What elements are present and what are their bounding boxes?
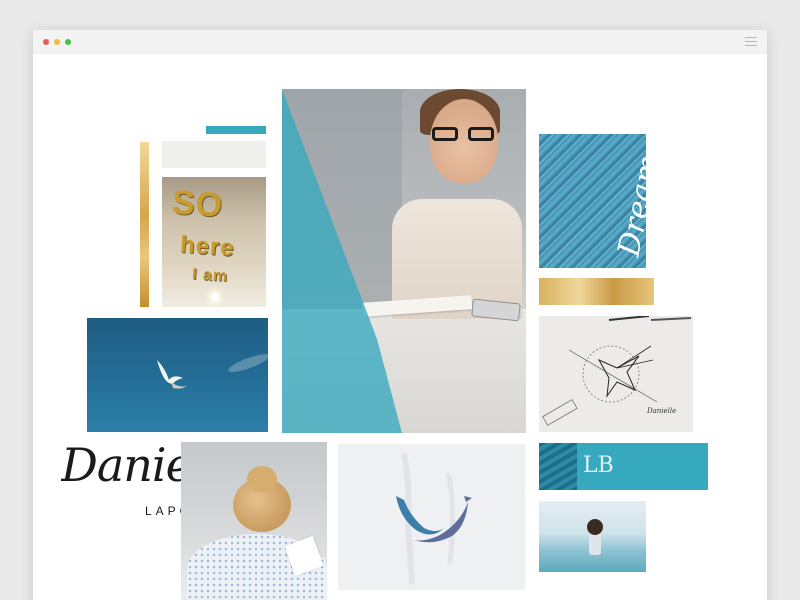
browser-window: SO here I am Dream your [33,30,767,600]
sign-word: SO [170,183,225,225]
gold-foil-swatch [539,278,654,305]
sign-word: I am [191,265,229,286]
title-bar [33,30,767,54]
cream-color-swatch [162,141,266,168]
close-button[interactable] [43,39,49,45]
teal-accent-bar [206,126,266,134]
palm-leaf-photo: Dream your [539,134,646,268]
leaf-pattern [539,443,577,490]
hair-bun [247,466,277,492]
sketch-signature: Danielle [647,407,677,415]
light-bulb [211,293,219,301]
teal-monogram-banner: LB [539,443,708,490]
hamburger-menu-icon[interactable] [745,37,757,47]
leaf-script-text: Dream your [611,134,646,260]
maximize-button[interactable] [65,39,71,45]
sea-swimmer-photo [539,501,646,572]
gold-foil-bar [140,142,149,307]
seagull-icon [157,360,187,389]
crane-icon [396,453,472,585]
seagull-sky-photo [87,318,268,432]
minimize-button[interactable] [54,39,60,45]
crane-logo-tile [338,444,525,590]
woman-reading-photo [181,442,327,600]
monogram: LB [583,453,614,478]
hummingbird-sketch: Danielle [539,316,693,432]
sign-word: here [179,231,236,262]
teal-triangle-overlay [282,89,402,433]
so-here-i-am-photo: SO here I am [162,177,266,307]
swimmer-hair [587,519,603,535]
hero-photo-woman-writing [282,89,526,433]
